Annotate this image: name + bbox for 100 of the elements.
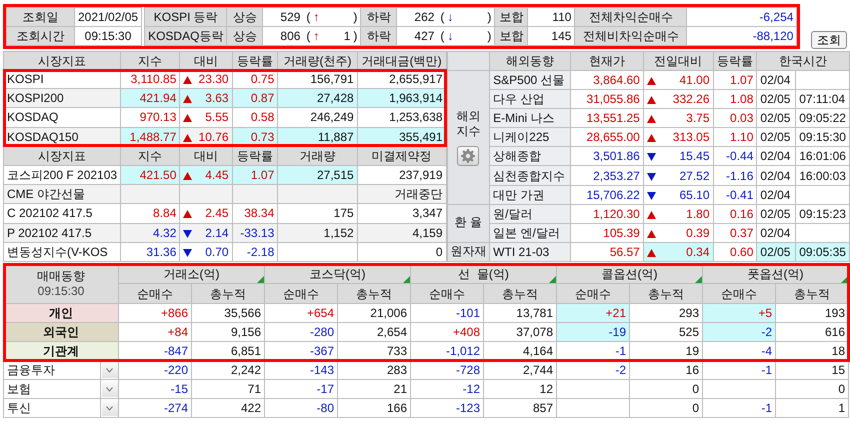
query-button[interactable]: 조회 — [811, 30, 847, 49]
field-value: 2021/02/05 — [74, 8, 142, 26]
value-cell: -274 — [118, 398, 192, 418]
value-cell: -220 — [118, 360, 192, 380]
column-header: 순매수 — [556, 284, 630, 304]
column-header: 거래대금(백만) — [357, 52, 446, 70]
field-label: 조회일 — [6, 8, 74, 26]
corner-triangle-icon — [549, 276, 556, 282]
row-label: 심천종합지수 — [490, 166, 570, 186]
column-header: 총누적 — [338, 284, 410, 304]
dropdown-button[interactable] — [102, 381, 118, 397]
dropdown-button[interactable] — [102, 400, 118, 416]
change-value: 2.45 — [205, 206, 229, 220]
column-header: 순매수 — [118, 284, 192, 304]
value-cell: -12 — [410, 380, 484, 398]
value-cell: -2 — [702, 322, 776, 342]
column-header: 총누적 — [484, 284, 556, 304]
corner-triangle-icon — [257, 276, 264, 282]
paren-text: ( — [440, 11, 444, 23]
gear-icon — [461, 148, 476, 163]
corner-triangle-icon — [695, 276, 702, 282]
value-cell: 0 — [630, 398, 702, 418]
value-cell: 2,744 — [484, 360, 556, 380]
column-header: 순매수 — [264, 284, 338, 304]
time-cell: 16:00:03 — [796, 166, 850, 186]
time-cell: 02/04 — [756, 166, 796, 186]
change-value: 0.34 — [686, 244, 710, 259]
value-cell: 1.07 — [232, 165, 278, 185]
field-label: 상승 — [226, 26, 263, 46]
row-label: C 202102 417.5 — [4, 204, 121, 224]
time-cell: 02/04 — [756, 146, 796, 166]
settings-button[interactable] — [457, 146, 480, 166]
change-value: 0.70 — [205, 244, 229, 259]
field-label: KOSPI 등락 — [144, 8, 227, 26]
row-label: 다우 산업 — [490, 90, 570, 109]
row-label: 대만 가권 — [490, 185, 570, 204]
value-cell: 422 — [192, 398, 264, 418]
value-cell: 37,078 — [484, 322, 556, 342]
time-cell: 02/05 — [756, 242, 796, 262]
field-label: 하락 — [360, 26, 397, 46]
change-value: 23.30 — [198, 72, 229, 86]
row-label: CME 야간선물 — [4, 184, 121, 204]
field-value: -6,254 — [686, 8, 797, 26]
count-value: 529 — [279, 11, 300, 23]
value-cell: 2,654 — [338, 322, 410, 342]
column-header: 순매수 — [410, 284, 484, 304]
value-cell: 0.37 — [713, 223, 757, 242]
value-cell: 4,159 — [357, 223, 446, 242]
field-value: -88,120 — [686, 26, 797, 46]
column-header: 등락률 — [232, 52, 278, 70]
value-cell: 0 — [630, 380, 702, 398]
time-cell: 07:11:04 — [796, 90, 850, 109]
value-cell: -280 — [264, 322, 338, 342]
column-header: 등락률 — [713, 52, 757, 71]
field-value: 09:15:30 — [74, 26, 142, 46]
value-cell: 28,655.00 — [570, 128, 644, 147]
value-cell: 246,249 — [278, 108, 358, 128]
time-cell: 09:15:30 — [796, 128, 850, 147]
count-value: 427 — [413, 30, 434, 42]
column-header: 대비 — [180, 146, 232, 166]
value-cell: 1,120.30 — [570, 204, 644, 224]
time-cell: 02/05 — [756, 204, 796, 224]
value-cell: -1.16 — [713, 166, 757, 186]
paren-text: ( — [306, 11, 310, 23]
value-cell: -80 — [264, 398, 338, 418]
chevron-down-icon — [106, 386, 113, 392]
row-label: 금융투자 — [4, 360, 100, 380]
field-label: 전체차익순매수 — [574, 8, 687, 26]
row-label: E-Mini 나스 — [490, 108, 570, 128]
value-cell: -2 — [556, 360, 630, 380]
change-value: 3.75 — [686, 111, 710, 126]
value-cell: 31,055.86 — [570, 90, 644, 109]
value-cell: 27,428 — [278, 88, 358, 108]
change-value: 5.55 — [205, 110, 229, 124]
value-cell: 15,706.22 — [570, 185, 644, 204]
value-cell: 16 — [630, 360, 702, 380]
limit-count: 1 — [344, 30, 350, 42]
field-label: 보합 — [494, 8, 528, 26]
value-cell: -143 — [264, 360, 338, 380]
value-cell: 거래중단 — [357, 184, 446, 204]
value-cell: 525 — [630, 322, 702, 342]
value-cell: 9,156 — [192, 322, 264, 342]
value-cell: -1 — [702, 360, 776, 380]
dropdown-button[interactable] — [102, 362, 118, 378]
time-cell: 09:05:22 — [796, 108, 850, 128]
column-header: 미결제약정 — [357, 146, 446, 166]
time-text: 09:15:30 — [36, 285, 86, 297]
value-cell: 2,353.27 — [570, 166, 644, 186]
value-cell: +866 — [118, 304, 192, 322]
count-value: 806 — [279, 30, 300, 42]
time-cell: 02/05 — [756, 108, 796, 128]
column-header: 해외동향 — [490, 52, 570, 71]
field-label: KOSDAQ등락 — [144, 26, 227, 46]
paren-text: ) — [487, 30, 492, 42]
time-cell: 02/04 — [756, 185, 796, 204]
value-cell: -33.13 — [232, 223, 278, 242]
value-cell: 0.58 — [232, 108, 278, 128]
row-label: 변동성지수(V-KOS — [4, 242, 121, 262]
value-cell: 0.87 — [232, 88, 278, 108]
change-value: 10.76 — [198, 130, 229, 144]
